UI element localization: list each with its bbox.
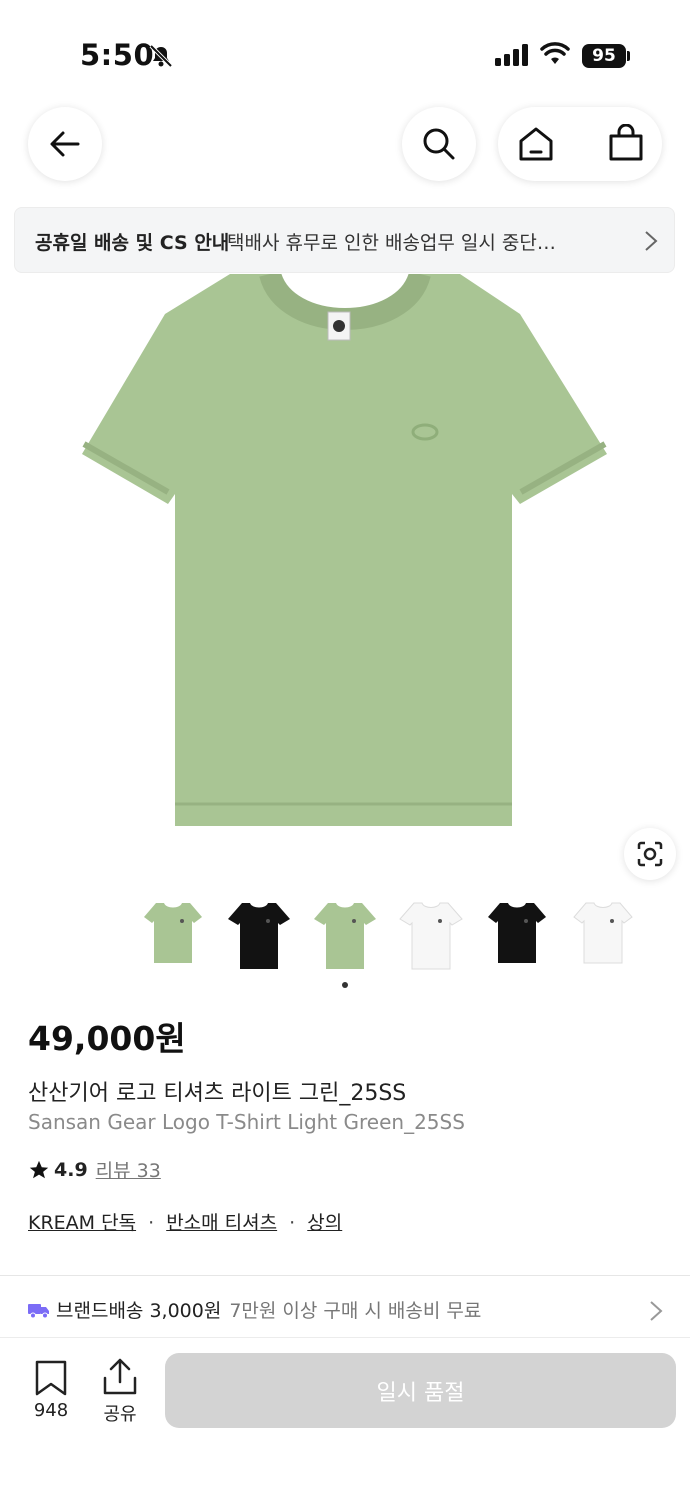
share-label: 공유 [103, 1404, 137, 1425]
tshirt-icon [399, 902, 463, 970]
notice-banner[interactable]: 공휴일 배송 및 CS 안내 택배사 휴무로 인한 배송업무 일시 중단… [14, 207, 675, 273]
price: 49,000원 [28, 1019, 186, 1058]
bell-off-icon [149, 44, 173, 68]
notice-title: 공휴일 배송 및 CS 안내 [35, 232, 230, 254]
bookmark-icon [35, 1360, 67, 1396]
camera-scan-icon [637, 841, 663, 867]
page-indicator [342, 982, 348, 988]
notice-text: 택배사 휴무로 인한 배송업무 일시 중단… [227, 232, 556, 254]
chevron-right-icon [645, 231, 658, 251]
sold-out-button[interactable]: 일시 품절 [165, 1353, 676, 1428]
arrow-left-icon [50, 131, 80, 157]
share-icon [103, 1358, 137, 1395]
search-icon [423, 128, 455, 160]
tshirt-icon [573, 902, 633, 964]
status-time: 5:50 [80, 38, 155, 72]
tag-list: KREAM 단독 · 반소매 티셔츠 · 상의 [28, 1208, 342, 1235]
divider [0, 1275, 690, 1276]
battery-indicator: 95 [582, 44, 626, 68]
thumbnail[interactable] [138, 895, 208, 977]
tag-separator: · [148, 1212, 155, 1234]
tag-link[interactable]: 상의 [307, 1212, 342, 1234]
signal-icon [495, 44, 528, 66]
tag-separator: · [289, 1212, 296, 1234]
back-button[interactable] [28, 107, 102, 181]
star-icon [29, 1160, 49, 1178]
tshirt-icon [228, 903, 290, 969]
save-button[interactable] [33, 1360, 69, 1396]
thumbnail[interactable] [482, 895, 552, 977]
lens-search-button[interactable] [624, 828, 676, 880]
thumbnail[interactable] [310, 895, 380, 977]
rating-row: 4.9 리뷰 33 [28, 1156, 161, 1183]
thumbnail[interactable] [396, 895, 466, 977]
shopping-bag-icon [609, 123, 643, 161]
shipping-desc: 7만원 이상 구매 시 배송비 무료 [229, 1300, 482, 1322]
thumbnail[interactable] [224, 895, 294, 977]
home-button[interactable] [516, 124, 556, 164]
truck-icon [28, 1303, 49, 1318]
product-subtitle: Sansan Gear Logo T-Shirt Light Green_25S… [28, 1110, 465, 1134]
tag-link[interactable]: 반소매 티셔츠 [166, 1212, 277, 1234]
cart-button[interactable] [606, 123, 646, 164]
wifi-icon [540, 42, 570, 64]
product-title: 산산기어 로고 티셔츠 라이트 그린_25SS [28, 1081, 407, 1106]
product-image [82, 274, 607, 826]
home-icon [519, 127, 553, 161]
shipping-label: 브랜드배송 3,000원 [56, 1300, 222, 1322]
share-button[interactable] [102, 1358, 138, 1396]
tshirt-icon [314, 903, 376, 969]
save-count: 948 [33, 1400, 69, 1421]
tag-link[interactable]: KREAM 단독 [28, 1212, 136, 1234]
shipping-info[interactable]: 브랜드배송 3,000원 7만원 이상 구매 시 배송비 무료 [28, 1296, 481, 1323]
search-button[interactable] [402, 107, 476, 181]
chevron-right-icon [650, 1301, 663, 1321]
rating-value: 4.9 [54, 1158, 88, 1181]
tshirt-icon [488, 903, 546, 963]
divider [0, 1337, 690, 1338]
reviews-link[interactable]: 리뷰 33 [96, 1156, 161, 1183]
thumbnail[interactable] [568, 895, 638, 977]
battery-tip [627, 51, 630, 61]
tshirt-icon [144, 903, 202, 963]
